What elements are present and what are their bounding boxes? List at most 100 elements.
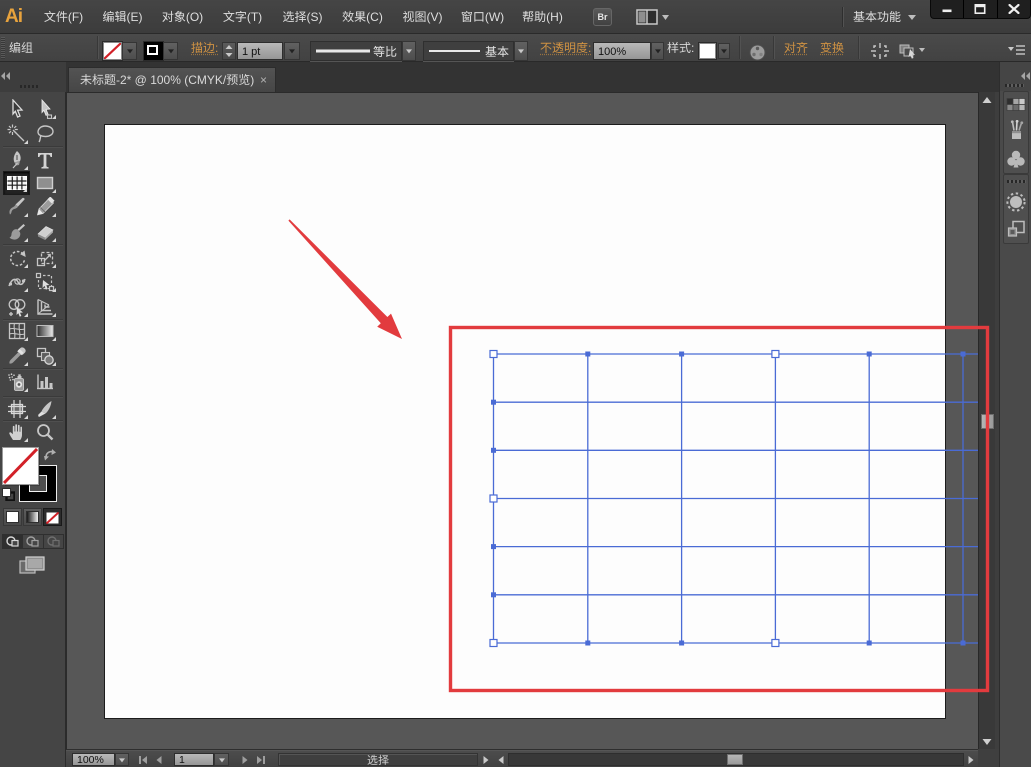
- zoom-level-field[interactable]: 100%: [72, 753, 115, 766]
- lasso-tool[interactable]: [31, 122, 58, 146]
- canvas-area[interactable]: [66, 92, 978, 749]
- stroke-color-swatch[interactable]: [144, 42, 163, 60]
- menu-object[interactable]: 对象(O): [160, 0, 205, 33]
- fill-color-dropdown[interactable]: [122, 42, 137, 60]
- menu-type[interactable]: 文字(T): [220, 0, 265, 33]
- menu-view[interactable]: 视图(V): [400, 0, 445, 33]
- menu-file[interactable]: 文件(F): [41, 0, 86, 33]
- vertical-scrollbar[interactable]: [978, 92, 995, 749]
- close-button[interactable]: [998, 0, 1030, 18]
- last-artboard-button[interactable]: [253, 753, 269, 766]
- style-swatch[interactable]: [699, 43, 716, 59]
- eraser-tool[interactable]: [31, 220, 58, 244]
- opacity-panel-link[interactable]: 不透明度:: [540, 34, 591, 61]
- status-expand-button[interactable]: [479, 753, 492, 766]
- maximize-button[interactable]: [964, 0, 997, 18]
- workspace-switcher[interactable]: 基本功能: [853, 0, 901, 33]
- free-transform-tool[interactable]: [31, 270, 58, 294]
- zoom-tool[interactable]: [31, 420, 58, 444]
- width-profile-select[interactable]: 等比: [310, 41, 402, 61]
- next-artboard-button[interactable]: [237, 753, 252, 766]
- mesh-tool[interactable]: [3, 319, 30, 343]
- brushes-icon[interactable]: [1007, 120, 1025, 144]
- control-bar-grip[interactable]: [1, 37, 5, 59]
- artboard-number-dropdown[interactable]: [214, 753, 229, 766]
- horizontal-scrollbar[interactable]: [508, 753, 964, 766]
- menu-help[interactable]: 帮助(H): [520, 0, 565, 33]
- paintbrush-tool[interactable]: [3, 195, 30, 219]
- bounding-box-button[interactable]: [871, 43, 889, 63]
- width-profile-dropdown[interactable]: [402, 41, 416, 61]
- blob-brush-tool[interactable]: [3, 220, 30, 244]
- menu-window[interactable]: 窗口(W): [460, 0, 505, 33]
- vertical-scroll-thumb[interactable]: [981, 414, 994, 429]
- gradient-button[interactable]: [23, 508, 42, 526]
- draw-behind-button[interactable]: [23, 535, 43, 548]
- swap-fill-stroke-button[interactable]: [43, 448, 57, 461]
- default-fill-stroke-button[interactable]: [2, 488, 15, 501]
- pencil-tool[interactable]: [31, 195, 58, 219]
- rotate-tool[interactable]: [3, 246, 30, 270]
- hscroll-left-button[interactable]: [493, 753, 508, 766]
- menu-edit[interactable]: 编辑(E): [100, 0, 145, 33]
- perspective-grid-tool[interactable]: [31, 295, 58, 319]
- collapse-tools-icon[interactable]: [1, 72, 10, 80]
- horizontal-scroll-thumb[interactable]: [727, 754, 743, 765]
- artboard-number-field[interactable]: 1: [174, 753, 214, 766]
- gradient-tool[interactable]: [31, 319, 58, 343]
- tools-drag-handle[interactable]: [20, 85, 39, 88]
- fill-indicator[interactable]: [3, 448, 38, 484]
- symbols-icon[interactable]: [1007, 150, 1026, 172]
- scroll-up-button[interactable]: [979, 92, 995, 108]
- document-tab[interactable]: 未标题-2* @ 100% (CMYK/预览) ×: [68, 67, 276, 92]
- rectangular-grid-tool[interactable]: [3, 171, 30, 195]
- graphic-styles-icon[interactable]: [1007, 220, 1026, 243]
- zoom-dropdown[interactable]: [115, 753, 129, 766]
- first-artboard-button[interactable]: [136, 753, 150, 766]
- isolate-selection-button[interactable]: [898, 43, 917, 63]
- hscroll-right-button[interactable]: [964, 753, 977, 766]
- menu-effect[interactable]: 效果(C): [340, 0, 385, 33]
- eyedropper-tool[interactable]: [3, 344, 30, 368]
- type-tool[interactable]: [31, 148, 58, 172]
- previous-artboard-button[interactable]: [151, 753, 166, 766]
- menu-select[interactable]: 选择(S): [280, 0, 325, 33]
- dock-drag-handle-2[interactable]: [1007, 180, 1026, 183]
- stroke-weight-stepper[interactable]: [222, 42, 236, 60]
- stroke-weight-field[interactable]: 1 pt: [237, 42, 283, 60]
- rectangle-tool[interactable]: [31, 171, 58, 195]
- collapse-dock-icon[interactable]: [1021, 72, 1030, 80]
- opacity-field[interactable]: 100%: [593, 42, 651, 60]
- magic-wand-tool[interactable]: [3, 122, 30, 146]
- column-graph-tool[interactable]: [31, 370, 58, 394]
- scroll-down-button[interactable]: [979, 735, 995, 749]
- stroke-color-dropdown[interactable]: [163, 42, 178, 60]
- appearance-icon[interactable]: [1006, 192, 1026, 216]
- brush-definition-dropdown[interactable]: [514, 41, 528, 61]
- draw-normal-button[interactable]: [3, 535, 23, 548]
- brush-definition-select[interactable]: 基本: [423, 41, 514, 61]
- width-tool[interactable]: [3, 270, 30, 294]
- shape-builder-tool[interactable]: [3, 295, 30, 319]
- selection-tool[interactable]: [3, 97, 30, 121]
- scale-tool[interactable]: [31, 246, 58, 270]
- swatches-icon[interactable]: [1007, 98, 1026, 116]
- stroke-panel-link[interactable]: 描边:: [191, 34, 218, 61]
- bridge-button[interactable]: Br: [593, 8, 612, 26]
- tab-close-icon[interactable]: ×: [260, 68, 267, 92]
- style-dropdown[interactable]: [718, 43, 730, 59]
- symbol-sprayer-tool[interactable]: [3, 370, 30, 394]
- control-panel-menu-button[interactable]: [1006, 43, 1026, 61]
- pen-tool[interactable]: [3, 148, 30, 172]
- artboard[interactable]: [104, 124, 946, 719]
- dock-drag-handle[interactable]: [1005, 84, 1024, 87]
- none-button[interactable]: [43, 508, 62, 526]
- stroke-weight-dropdown[interactable]: [284, 42, 300, 60]
- hand-tool[interactable]: [3, 420, 30, 444]
- screen-mode-button[interactable]: [14, 556, 50, 576]
- color-button[interactable]: [3, 508, 22, 526]
- arrange-documents-button[interactable]: [636, 9, 670, 25]
- fill-color-swatch[interactable]: [103, 42, 122, 60]
- artboard-tool[interactable]: [3, 397, 30, 421]
- transform-panel-link[interactable]: 变换: [820, 34, 844, 61]
